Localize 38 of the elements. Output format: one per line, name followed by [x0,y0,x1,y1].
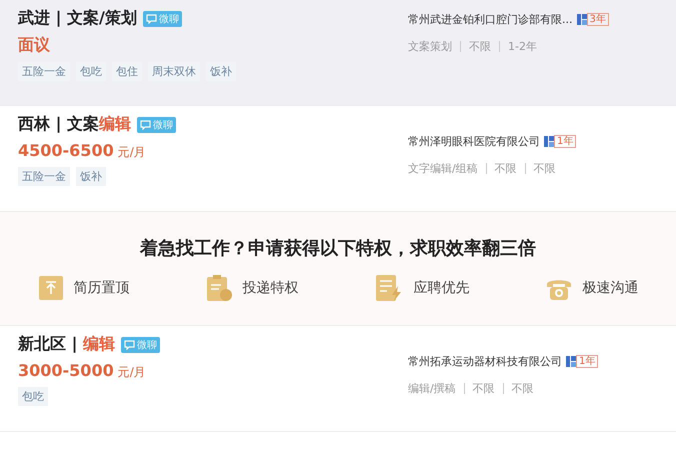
perk-label: 投递特权 [242,279,298,297]
job-title: 武进 | 文案/策划 [18,8,137,29]
document-lightning-icon [374,274,404,302]
benefit-tag: 周末双休 [148,62,200,81]
company-name: 常州武进金铂利口腔门诊部有限... [408,12,572,27]
job-requirement: 文字编辑/组稿 [408,163,479,174]
job-requirement: 不限 [460,41,499,52]
job-requirement: 文案策划 [408,41,453,52]
benefit-tag: 饭补 [76,167,106,186]
job-requirement: 不限 [464,383,503,394]
benefit-tag: 包住 [112,62,142,81]
promo-headline: 着急找工作？申请获得以下特权，求职效率翻三倍 [140,237,536,260]
perk-label: 应聘优先 [414,279,470,297]
job-requirement: 1-2年 [499,41,545,52]
job-title: 西林 | 文案编辑 [18,114,131,135]
chat-icon [140,120,151,130]
job-requirement: 不限 [486,163,525,174]
clipboard-icon [204,274,232,302]
benefit-tag: 五险一金 [18,62,70,81]
job-requirement: 不限 [502,383,542,394]
company-name: 常州拓承运动器材科技有限公司 [408,354,562,369]
company-name: 常州泽明眼科医院有限公司 [408,134,540,149]
chat-icon [146,14,157,24]
chat-icon [124,340,135,350]
perk-label: 极速沟通 [582,279,638,297]
job-requirement: 编辑/撰稿 [408,383,457,394]
benefit-tag: 包吃 [18,387,48,406]
salary: 4500-6500 元/月 [18,141,147,161]
benefit-tag: 五险一金 [18,167,70,186]
perk-label: 简历置顶 [74,279,130,297]
salary: 3000-5000 元/月 [18,361,147,381]
job-requirement: 不限 [524,163,564,174]
job-title: 新北区 | 编辑 [18,334,115,355]
salary: 面议 [18,35,51,56]
job-card[interactable]: 武进 | 文案/策划 微聊 面议 五险一金 包吃 包住 周末双休 饭补 常州武进金铂利口腔门诊部有限... 3年 文案策划 不限 1-2年 [0,0,676,106]
benefit-tag: 包吃 [76,62,106,81]
upload-icon [38,275,64,301]
benefit-tag: 饭补 [206,62,236,81]
